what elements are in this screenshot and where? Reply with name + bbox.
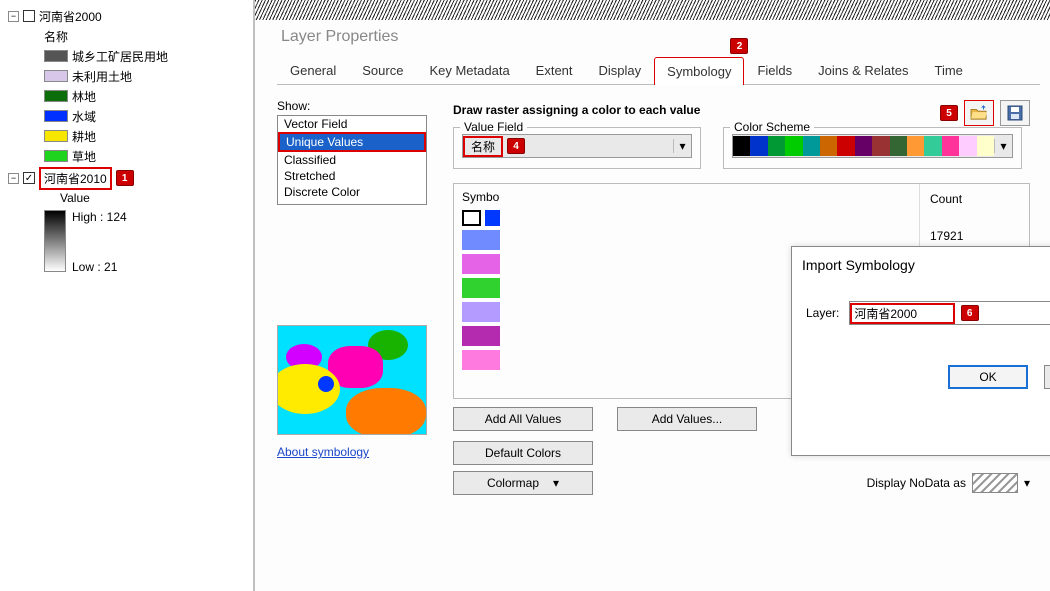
- layer-label: 河南省2000: [39, 8, 102, 25]
- ok-button[interactable]: OK: [948, 365, 1028, 389]
- callout-6: 6: [961, 305, 979, 321]
- tab-bar: General Source Key Metadata Extent Displ…: [277, 56, 1040, 85]
- default-colors-button[interactable]: Default Colors: [453, 441, 593, 465]
- show-list[interactable]: Vector Field Unique Values 3 Classified …: [277, 115, 427, 205]
- save-icon: [1007, 105, 1023, 121]
- tab-symbology[interactable]: Symbology: [654, 57, 744, 85]
- tab-display[interactable]: Display: [586, 56, 655, 84]
- layer-checkbox[interactable]: [23, 10, 35, 22]
- import-symbology-dialog: Import Symbology ✕ Layer: 河南省2000 6 ▾ OK…: [791, 246, 1050, 456]
- tab-fields[interactable]: Fields: [744, 56, 805, 84]
- import-symbology-button[interactable]: [964, 100, 994, 126]
- color-scheme-combo[interactable]: ▾: [732, 134, 1013, 158]
- tab-joins-relates[interactable]: Joins & Relates: [805, 56, 921, 84]
- legend-item: 林地: [72, 88, 96, 105]
- tab-key-metadata[interactable]: Key Metadata: [416, 56, 522, 84]
- about-symbology-link[interactable]: About symbology: [277, 445, 369, 459]
- group-title: Color Scheme: [730, 120, 814, 134]
- legend-title: 名称: [44, 28, 68, 45]
- symbol-swatch[interactable]: [462, 254, 500, 274]
- stretch-gradient: [44, 210, 66, 272]
- legend-title-row: 名称: [4, 26, 249, 46]
- symbol-swatch[interactable]: [462, 326, 500, 346]
- layer-combo[interactable]: 河南省2000 6 ▾: [849, 301, 1050, 325]
- stretch-low: Low : 21: [72, 260, 127, 274]
- dialog-title: Layer Properties: [255, 20, 1050, 56]
- layer-properties-panel: Layer Properties General Source Key Meta…: [255, 0, 1050, 591]
- show-item-discrete-color[interactable]: Discrete Color: [278, 184, 426, 200]
- cancel-button[interactable]: Cancel: [1044, 365, 1050, 389]
- nodata-swatch[interactable]: [972, 473, 1018, 493]
- value-label: Value: [60, 191, 90, 205]
- color-scheme-group: Color Scheme ▾: [723, 127, 1022, 169]
- show-label: Show:: [277, 99, 427, 113]
- chevron-down-icon: ▾: [994, 139, 1012, 153]
- value-field-group: Value Field 名称 4 ▾: [453, 127, 701, 169]
- collapse-icon[interactable]: −: [8, 11, 19, 22]
- preview-thumbnail: [277, 325, 427, 435]
- legend-item: 耕地: [72, 128, 96, 145]
- layer-label: Layer:: [806, 306, 839, 320]
- layer-label-highlight: 河南省2010: [39, 167, 112, 190]
- value-label-row: Value: [4, 188, 249, 208]
- folder-open-icon: [970, 105, 988, 121]
- all-values-swatch[interactable]: [462, 210, 481, 226]
- heading-swatch[interactable]: [485, 210, 500, 226]
- callout-4: 4: [507, 138, 525, 154]
- map-preview-strip: [255, 0, 1050, 20]
- tab-time[interactable]: Time: [921, 56, 975, 84]
- nodata-label: Display NoData as: [867, 476, 966, 490]
- table-of-contents: − 河南省2000 名称 城乡工矿居民用地 未利用土地 林地 水域 耕地 草地 …: [0, 0, 255, 591]
- legend-item: 水域: [72, 108, 96, 125]
- show-item-classified[interactable]: Classified: [278, 152, 426, 168]
- tab-symbology-wrap: 2 Symbology: [654, 56, 744, 84]
- value-field-combo[interactable]: 名称 4 ▾: [462, 134, 692, 158]
- dialog-title: Import Symbology: [802, 257, 915, 273]
- save-symbology-button[interactable]: [1000, 100, 1030, 126]
- count-value: 17921: [930, 226, 1019, 246]
- tab-general[interactable]: General: [277, 56, 349, 84]
- show-item-unique-values[interactable]: Unique Values: [278, 132, 426, 152]
- callout-5: 5: [940, 105, 958, 121]
- group-title: Value Field: [460, 120, 527, 134]
- column-header-count: Count: [930, 192, 1019, 226]
- symbol-swatch[interactable]: [462, 278, 500, 298]
- colormap-button[interactable]: Colormap ▾: [453, 471, 593, 495]
- colormap-label: Colormap: [487, 476, 539, 490]
- collapse-icon[interactable]: −: [8, 173, 19, 184]
- symbol-swatch[interactable]: [462, 230, 500, 250]
- toc-layer-2010[interactable]: − ✓ 河南省2010 1: [4, 168, 249, 188]
- stretch-high: High : 124: [72, 210, 127, 224]
- add-values-button[interactable]: Add Values...: [617, 407, 757, 431]
- callout-1: 1: [116, 170, 134, 186]
- show-item-vector-field[interactable]: Vector Field: [278, 116, 426, 132]
- legend-item: 未利用土地: [72, 68, 132, 85]
- chevron-down-icon: ▾: [673, 139, 691, 153]
- legend-item: 草地: [72, 148, 96, 165]
- symbol-swatch[interactable]: [462, 350, 500, 370]
- callout-2: 2: [730, 38, 748, 54]
- tab-source[interactable]: Source: [349, 56, 416, 84]
- show-column: Show: Vector Field Unique Values 3 Class…: [277, 99, 427, 205]
- layer-checkbox[interactable]: ✓: [23, 172, 35, 184]
- tab-extent[interactable]: Extent: [523, 56, 586, 84]
- symbol-swatch[interactable]: [462, 302, 500, 322]
- add-all-values-button[interactable]: Add All Values: [453, 407, 593, 431]
- value-field-value: 名称: [463, 136, 503, 157]
- symbol-column: Symbo: [454, 184, 508, 398]
- toc-layer-2000[interactable]: − 河南省2000: [4, 6, 249, 26]
- chevron-down-icon[interactable]: ▾: [1024, 476, 1030, 490]
- show-item-stretched[interactable]: Stretched: [278, 168, 426, 184]
- chevron-down-icon: ▾: [553, 476, 559, 490]
- layer-combo-value: 河南省2000: [850, 303, 954, 324]
- nodata-row: Display NoData as ▾: [867, 473, 1030, 493]
- color-scheme-preview: [733, 136, 994, 156]
- legend-item: 城乡工矿居民用地: [72, 48, 168, 65]
- column-header-symbol: Symbo: [454, 184, 508, 210]
